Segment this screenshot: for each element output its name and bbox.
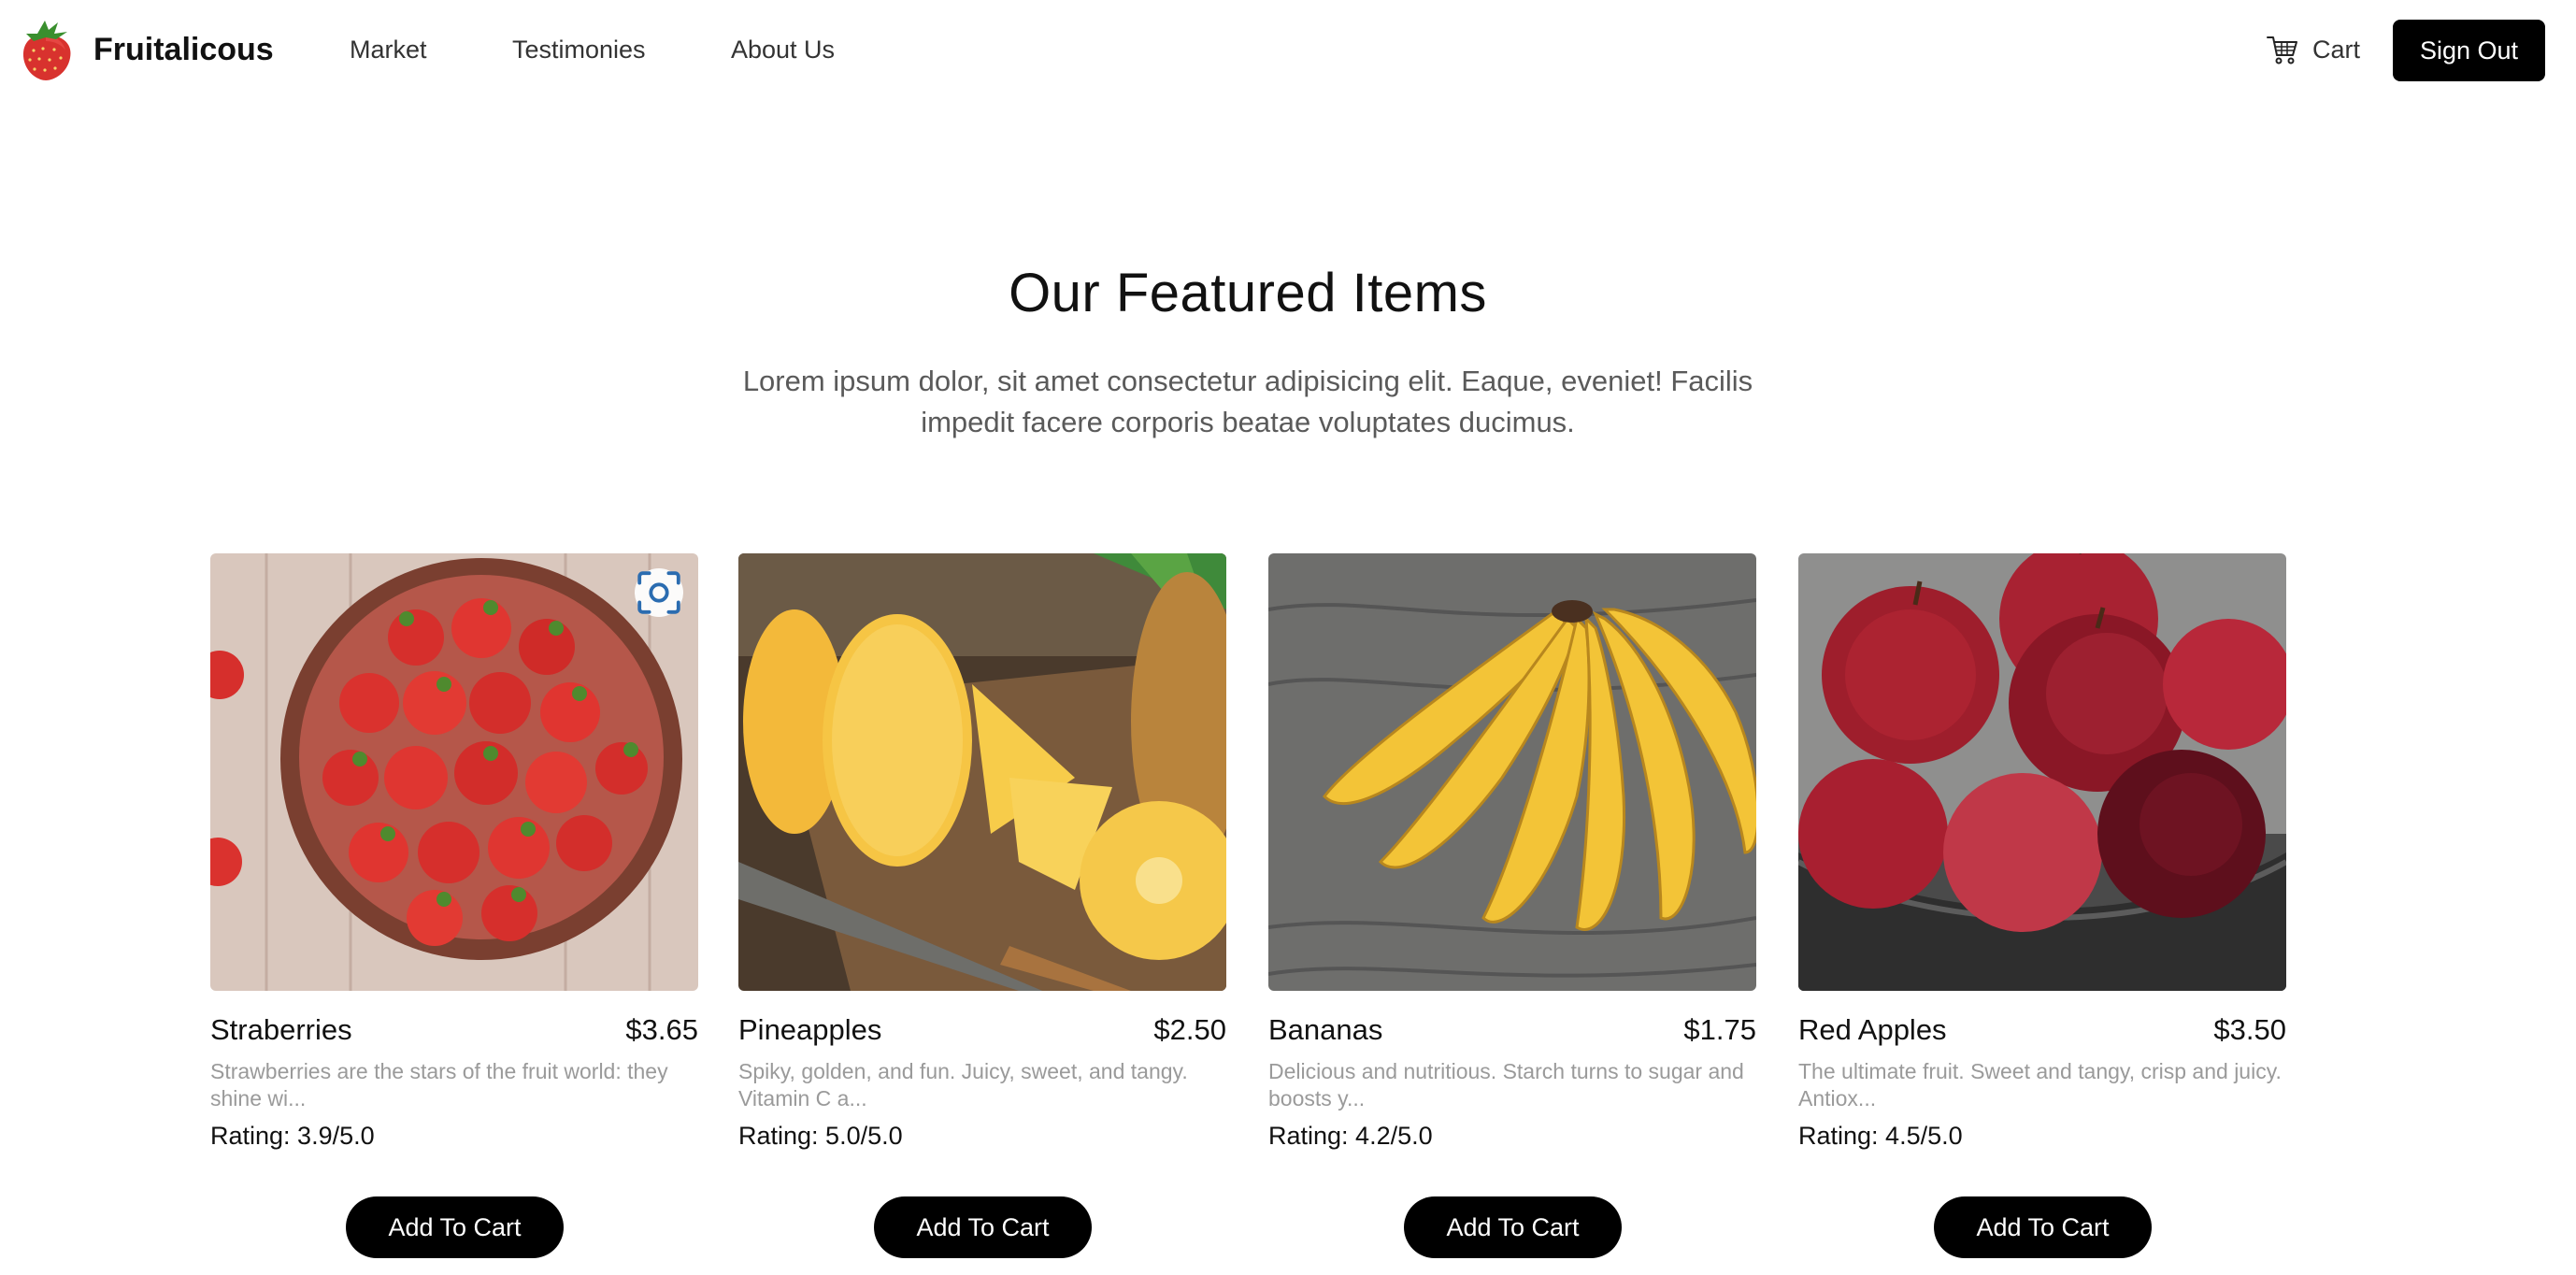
- product-description: Spiky, golden, and fun. Juicy, sweet, an…: [738, 1059, 1188, 1110]
- brand-name[interactable]: Fruitalicous: [93, 26, 274, 73]
- product-card: Straberries $3.65 Strawberries are the s…: [210, 553, 698, 1264]
- product-description: Strawberries are the stars of the fruit …: [210, 1059, 668, 1110]
- product-price: $1.75: [1683, 1013, 1756, 1046]
- product-image-strawberries[interactable]: [210, 553, 698, 991]
- cart-link[interactable]: Cart: [2266, 26, 2360, 73]
- product-card: Bananas $1.75 Delicious and nutritious. …: [1268, 553, 1756, 1264]
- navbar: Fruitalicous Market Testimonies About Us…: [0, 0, 2576, 100]
- product-image-red-apples[interactable]: [1798, 553, 2286, 991]
- product-rating: Rating: 3.9/5.0: [210, 1122, 375, 1150]
- section-title: Our Featured Items: [1009, 263, 1487, 323]
- shopping-cart-icon: [2267, 36, 2297, 64]
- product-card: Pineapples $2.50 Spiky, golden, and fun.…: [738, 553, 1226, 1264]
- nav-link-market[interactable]: Market: [350, 26, 427, 73]
- add-to-cart-button[interactable]: Add To Cart: [346, 1196, 564, 1258]
- nav-link-testimonies[interactable]: Testimonies: [512, 26, 646, 73]
- add-to-cart-button[interactable]: Add To Cart: [1934, 1196, 2152, 1258]
- product-rating: Rating: 4.5/5.0: [1798, 1122, 1963, 1150]
- product-rating: Rating: 5.0/5.0: [738, 1122, 903, 1150]
- product-price: $3.50: [2213, 1013, 2286, 1046]
- product-rating: Rating: 4.2/5.0: [1268, 1122, 1433, 1150]
- section-subtitle: Lorem ipsum dolor, sit amet consectetur …: [742, 365, 1753, 438]
- add-to-cart-button[interactable]: Add To Cart: [1404, 1196, 1622, 1258]
- product-description: Delicious and nutritious. Starch turns t…: [1268, 1059, 1744, 1110]
- product-description: The ultimate fruit. Sweet and tangy, cri…: [1798, 1059, 2282, 1110]
- product-price: $3.65: [625, 1013, 698, 1046]
- cart-label: Cart: [2312, 35, 2361, 64]
- product-price: $2.50: [1153, 1013, 1226, 1046]
- product-name: Bananas: [1268, 1013, 1383, 1046]
- product-image-bananas[interactable]: [1268, 553, 1756, 991]
- strawberry-icon[interactable]: [17, 17, 75, 82]
- product-card: Red Apples $3.50 The ultimate fruit. Swe…: [1798, 553, 2286, 1264]
- visual-search-icon[interactable]: [635, 568, 683, 617]
- add-to-cart-button[interactable]: Add To Cart: [874, 1196, 1092, 1258]
- product-image-pineapples[interactable]: [738, 553, 1226, 991]
- nav-link-about-us[interactable]: About Us: [731, 26, 835, 73]
- sign-out-button[interactable]: Sign Out: [2393, 20, 2545, 81]
- product-name: Pineapples: [738, 1013, 882, 1046]
- product-name: Red Apples: [1798, 1013, 1947, 1046]
- product-name: Straberries: [210, 1013, 352, 1046]
